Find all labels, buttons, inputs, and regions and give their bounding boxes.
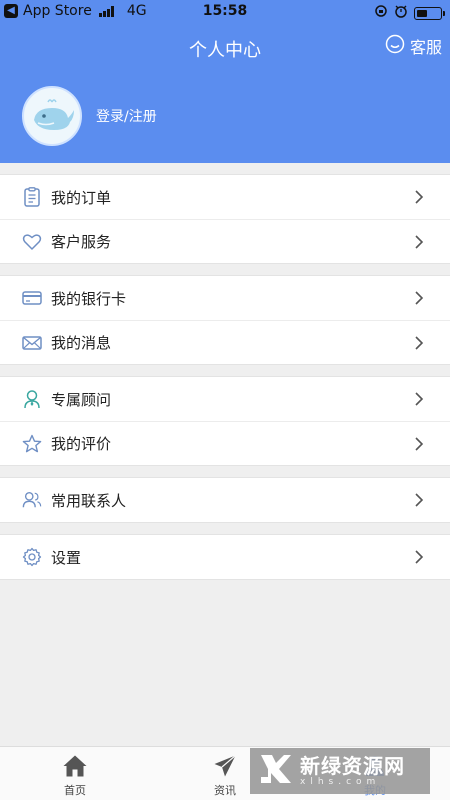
chevron-right-icon bbox=[415, 493, 424, 507]
tab-label: 首页 bbox=[64, 784, 86, 797]
avatar[interactable] bbox=[22, 86, 82, 146]
chevron-right-icon bbox=[415, 190, 424, 204]
whale-icon bbox=[34, 99, 74, 130]
menu-item-label: 我的订单 bbox=[51, 188, 112, 207]
chevron-right-icon bbox=[415, 392, 424, 406]
battery-icon bbox=[414, 6, 445, 20]
menu-item-customer-service[interactable]: 客户服务 bbox=[0, 219, 450, 263]
chevron-right-icon bbox=[415, 234, 424, 249]
menu-item-my-reviews[interactable]: 我的评价 bbox=[0, 421, 450, 465]
alarm-icon bbox=[394, 4, 408, 22]
bank-card-icon bbox=[22, 288, 42, 308]
menu-item-bank-cards[interactable]: 我的银行卡 bbox=[0, 276, 450, 320]
rotation-lock-icon bbox=[374, 4, 388, 22]
menu-group-settings: 设置 bbox=[0, 534, 450, 580]
status-bar: ◀ App Store 4G 15:58 bbox=[0, 0, 450, 24]
menu-item-label: 我的消息 bbox=[51, 334, 112, 352]
tab-label: 资讯 bbox=[214, 784, 236, 797]
heart-icon bbox=[22, 232, 42, 252]
star-icon bbox=[22, 434, 42, 454]
menu-item-contacts[interactable]: 常用联系人 bbox=[0, 478, 450, 522]
menu-item-label: 专属顾问 bbox=[51, 390, 112, 409]
menu-item-advisor[interactable]: 专属顾问 bbox=[0, 377, 450, 421]
login-register-link[interactable]: 登录/注册 bbox=[96, 106, 157, 126]
chevron-right-icon bbox=[415, 436, 424, 451]
smiley-icon bbox=[385, 34, 405, 58]
watermark-text: 新绿资源网 bbox=[300, 754, 405, 778]
advisor-icon bbox=[22, 389, 42, 409]
watermark-subtext: xlhs.com bbox=[300, 777, 381, 787]
menu-item-label: 我的银行卡 bbox=[51, 289, 127, 308]
menu-item-label: 设置 bbox=[51, 548, 82, 567]
profile-header: 个人中心 客服 登录/注册 bbox=[0, 24, 450, 163]
watermark-overlay: 新绿资源网 xlhs.com bbox=[250, 748, 430, 794]
menu-item-label: 常用联系人 bbox=[51, 491, 127, 510]
menu-item-my-orders[interactable]: 我的订单 bbox=[0, 175, 450, 219]
chevron-right-icon bbox=[415, 335, 424, 350]
menu-item-label: 我的评价 bbox=[51, 435, 112, 453]
page-title: 个人中心 bbox=[189, 40, 261, 61]
customer-service-label: 客服 bbox=[409, 38, 442, 57]
paper-plane-icon bbox=[212, 753, 238, 779]
tab-home[interactable]: 首页 bbox=[0, 747, 150, 800]
menu-item-messages[interactable]: 我的消息 bbox=[0, 320, 450, 364]
menu-group-cards: 我的银行卡 我的消息 bbox=[0, 275, 450, 365]
order-list-icon bbox=[22, 187, 42, 207]
home-icon bbox=[62, 753, 88, 779]
menu-item-settings[interactable]: 设置 bbox=[0, 535, 450, 579]
menu-item-label: 客户服务 bbox=[51, 233, 112, 251]
envelope-icon bbox=[22, 333, 42, 353]
chevron-right-icon bbox=[415, 291, 424, 305]
profile-menu: 我的订单 客户服务 我的银行卡 我的消息 专属顾问 我的评价 常用联系人 设置 bbox=[0, 163, 450, 580]
menu-group-orders: 我的订单 客户服务 bbox=[0, 174, 450, 264]
contacts-icon bbox=[22, 490, 42, 510]
watermark-logo-icon bbox=[258, 751, 294, 791]
menu-group-contacts: 常用联系人 bbox=[0, 477, 450, 523]
customer-service-button[interactable]: 客服 bbox=[385, 34, 442, 58]
settings-gear-icon bbox=[22, 547, 42, 567]
menu-group-advisor: 专属顾问 我的评价 bbox=[0, 376, 450, 466]
chevron-right-icon bbox=[415, 550, 424, 564]
